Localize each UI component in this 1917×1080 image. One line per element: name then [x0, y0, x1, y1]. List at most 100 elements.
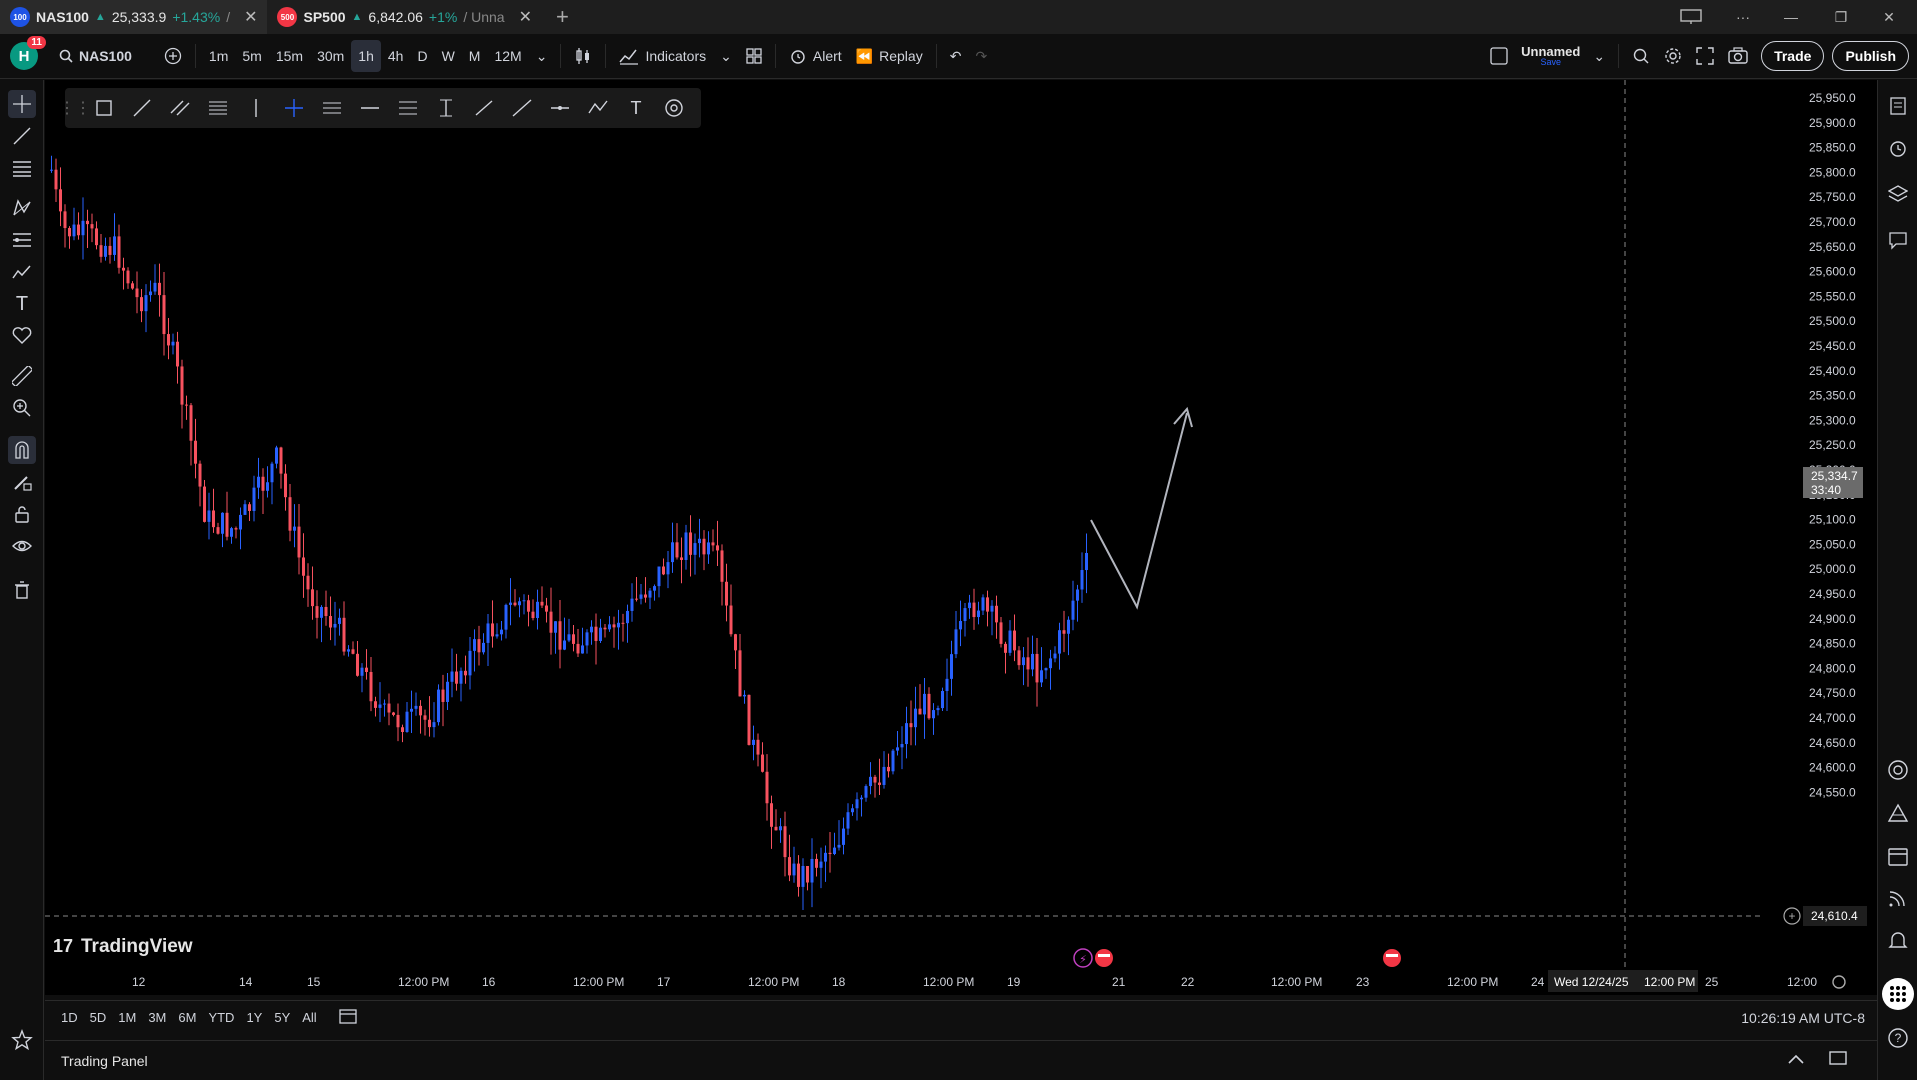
range-all[interactable]: All [296, 1010, 322, 1025]
layers-icon[interactable] [1884, 180, 1912, 208]
trend-line-icon[interactable] [8, 122, 36, 150]
star-icon[interactable] [8, 1026, 36, 1054]
extended-line-icon[interactable] [503, 88, 541, 128]
heart-icon[interactable] [8, 322, 36, 350]
redo-icon[interactable]: ↷ [968, 40, 994, 72]
close-icon[interactable]: ✕ [244, 7, 257, 27]
settings-circle-icon[interactable] [655, 88, 693, 128]
range-1d[interactable]: 1D [55, 1010, 84, 1025]
range-1m[interactable]: 1M [112, 1010, 142, 1025]
tradingview-logo[interactable]: 17 TradingView [53, 936, 193, 957]
layouts-button[interactable] [739, 40, 769, 72]
goto-date-icon[interactable] [333, 1008, 363, 1027]
new-tab-icon[interactable]: + [556, 4, 569, 30]
text-icon[interactable]: T [8, 290, 36, 318]
interval-4h[interactable]: 4h [381, 40, 411, 72]
fib-retracement-icon[interactable] [199, 88, 237, 128]
rss-icon[interactable] [1884, 884, 1912, 912]
range-3m[interactable]: 3M [142, 1010, 172, 1025]
help-icon[interactable]: ? [1884, 1024, 1912, 1052]
tab-nas100[interactable]: 100 NAS100 ▲ 25,333.9 +1.43% / ✕ [0, 0, 268, 34]
camera-icon[interactable] [1721, 40, 1755, 72]
rectangle-icon[interactable] [85, 88, 123, 128]
interval-12m[interactable]: 12M [487, 40, 528, 72]
interval-30m[interactable]: 30m [310, 40, 351, 72]
interval-15m[interactable]: 15m [269, 40, 310, 72]
range-5d[interactable]: 5D [84, 1010, 113, 1025]
cross-line-icon[interactable] [275, 88, 313, 128]
line-icon[interactable] [123, 88, 161, 128]
alerts-clock-icon[interactable] [1884, 134, 1912, 162]
interval-w[interactable]: W [435, 40, 462, 72]
chart-pane[interactable]: 25,950.0 25,900.0 25,850.0 25,800.0 25,750.0… [45, 80, 1877, 995]
restore-icon[interactable]: ❐ [1818, 0, 1864, 34]
pitchfork-icon[interactable] [313, 88, 351, 128]
close-icon[interactable]: ✕ [519, 7, 532, 27]
ideas-icon[interactable] [1884, 800, 1912, 828]
lock-icon[interactable] [8, 500, 36, 528]
eye-icon[interactable] [8, 532, 36, 560]
price-range-icon[interactable] [427, 88, 465, 128]
trading-panel-label[interactable]: Trading Panel [61, 1053, 148, 1069]
calendar-icon[interactable] [1884, 842, 1912, 870]
trend-angle-icon[interactable] [465, 88, 503, 128]
chevron-up-icon[interactable] [1787, 1052, 1805, 1070]
watchlist-icon[interactable] [1884, 92, 1912, 120]
projection-drawing[interactable] [1090, 412, 1188, 610]
path-icon[interactable] [579, 88, 617, 128]
regression-icon[interactable] [389, 88, 427, 128]
crosshair-icon[interactable] [8, 90, 36, 118]
text-tool-icon[interactable]: T [617, 88, 655, 128]
symbol-search[interactable]: NAS100 [52, 40, 139, 72]
compare-button[interactable] [157, 40, 189, 72]
target-icon[interactable] [1884, 756, 1912, 784]
interval-5m[interactable]: 5m [235, 40, 268, 72]
fullscreen-icon[interactable] [1689, 40, 1721, 72]
fib-icon[interactable] [8, 154, 36, 182]
window-close-icon[interactable]: ✕ [1866, 0, 1912, 34]
minimize-icon[interactable]: — [1768, 0, 1814, 34]
horizontal-ray-icon[interactable] [351, 88, 389, 128]
us-flag-event-icon[interactable] [1095, 949, 1113, 967]
chevron-down-icon[interactable]: ⌄ [1586, 40, 1612, 72]
zoom-in-icon[interactable] [8, 394, 36, 422]
range-5y[interactable]: 5Y [268, 1010, 296, 1025]
interval-1m[interactable]: 1m [202, 40, 235, 72]
drag-handle-icon[interactable]: ⋮⋮ [59, 88, 91, 128]
chevron-down-icon[interactable]: ⌄ [529, 40, 555, 72]
chevron-down-icon[interactable]: ⌄ [713, 40, 739, 72]
clock[interactable]: 10:26:19 AM UTC-8 [1741, 1010, 1865, 1026]
bell-icon[interactable] [1884, 926, 1912, 954]
interval-m[interactable]: M [462, 40, 488, 72]
projection-icon[interactable] [8, 226, 36, 254]
range-ytd[interactable]: YTD [202, 1010, 240, 1025]
us-flag-event-icon[interactable] [1383, 949, 1401, 967]
settings-gear-icon[interactable] [1832, 975, 1846, 989]
maximize-panel-icon[interactable] [1829, 1051, 1847, 1070]
interval-d[interactable]: D [410, 40, 434, 72]
settings-gear-icon[interactable] [1657, 40, 1689, 72]
avatar[interactable]: H 11 [10, 36, 46, 70]
horizontal-line-icon[interactable] [541, 88, 579, 128]
pattern-icon[interactable] [8, 194, 36, 222]
publish-button[interactable]: Publish [1832, 41, 1909, 71]
checkbox-icon[interactable] [1483, 40, 1515, 72]
more-icon[interactable]: ··· [1720, 0, 1766, 34]
undo-icon[interactable]: ↶ [943, 40, 969, 72]
monitor-icon[interactable] [1668, 0, 1714, 34]
alert-button[interactable]: Alert [782, 40, 849, 72]
pencil-lock-icon[interactable] [8, 468, 36, 496]
indicators-button[interactable]: Indicators [612, 40, 713, 72]
apps-grid-icon[interactable] [1882, 978, 1914, 1010]
trash-icon[interactable] [8, 576, 36, 604]
parallel-channel-icon[interactable] [161, 88, 199, 128]
brush-icon[interactable] [8, 258, 36, 286]
ruler-icon[interactable] [8, 362, 36, 390]
tab-sp500[interactable]: 500 SP500 ▲ 6,842.06 +1% / Unna ✕ [267, 0, 542, 34]
quick-search-icon[interactable] [1625, 40, 1657, 72]
interval-1h[interactable]: 1h [351, 40, 381, 72]
chart-type-button[interactable] [567, 40, 599, 72]
layout-name[interactable]: Unnamed Save [1515, 45, 1586, 67]
replay-button[interactable]: ⏪ Replay [849, 40, 930, 72]
chat-icon[interactable] [1884, 226, 1912, 254]
